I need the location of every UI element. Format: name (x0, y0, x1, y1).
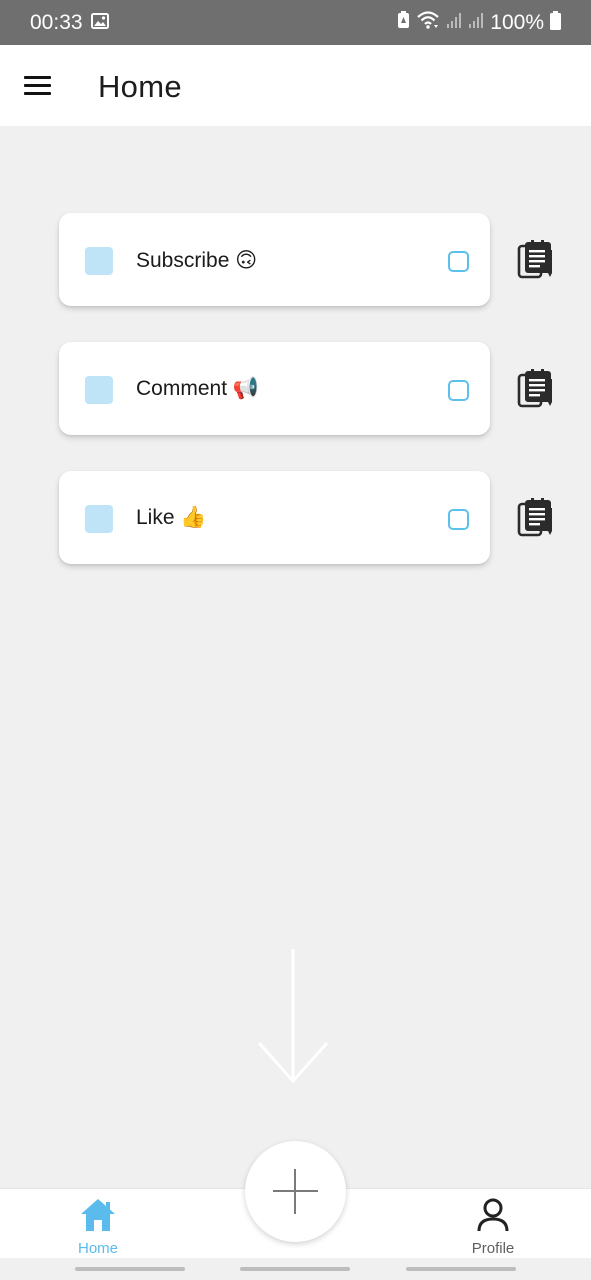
signal-icon (446, 11, 462, 35)
task-label: Like 👍 (136, 506, 207, 529)
task-card[interactable]: Comment 📢 (59, 342, 490, 435)
person-icon (476, 1198, 510, 1237)
task-checkbox[interactable] (448, 251, 469, 272)
system-recents-button[interactable] (75, 1267, 185, 1271)
task-checkbox[interactable] (448, 380, 469, 401)
hamburger-menu-icon[interactable] (24, 76, 51, 96)
gallery-icon (91, 13, 109, 34)
add-task-button[interactable] (245, 1141, 346, 1242)
task-card[interactable]: Subscribe 🙃 (59, 213, 490, 306)
system-gesture-bar (0, 1258, 591, 1280)
task-color-swatch (85, 505, 113, 533)
system-home-button[interactable] (240, 1267, 350, 1271)
status-bar: 00:33 100% (0, 0, 591, 45)
system-back-button[interactable] (406, 1267, 516, 1271)
task-label: Comment 📢 (136, 377, 260, 400)
app-bar: Home (0, 45, 591, 126)
status-time: 00:33 (30, 11, 83, 34)
task-checkbox[interactable] (448, 509, 469, 530)
notes-clipboard-icon[interactable] (516, 369, 556, 409)
task-color-swatch (85, 247, 113, 275)
wifi-icon (416, 10, 440, 36)
signal-icon (468, 11, 484, 35)
nav-label-home: Home (77, 1240, 118, 1257)
nav-item-home[interactable]: Home (43, 1197, 153, 1257)
status-icons: 100% (397, 10, 561, 36)
notes-clipboard-icon[interactable] (516, 240, 556, 280)
battery-saver-icon (397, 11, 410, 35)
nav-label-profile: Profile (471, 1240, 515, 1257)
task-label: Subscribe 🙃 (136, 249, 258, 272)
page-title: Home (98, 69, 182, 104)
nav-item-profile[interactable]: Profile (438, 1197, 548, 1257)
notes-clipboard-icon[interactable] (516, 498, 556, 538)
arrow-down-icon (255, 945, 331, 1092)
task-card[interactable]: Like 👍 (59, 471, 490, 564)
home-icon (79, 1199, 117, 1237)
battery-percent: 100% (490, 11, 544, 34)
task-color-swatch (85, 376, 113, 404)
battery-icon (550, 10, 561, 36)
